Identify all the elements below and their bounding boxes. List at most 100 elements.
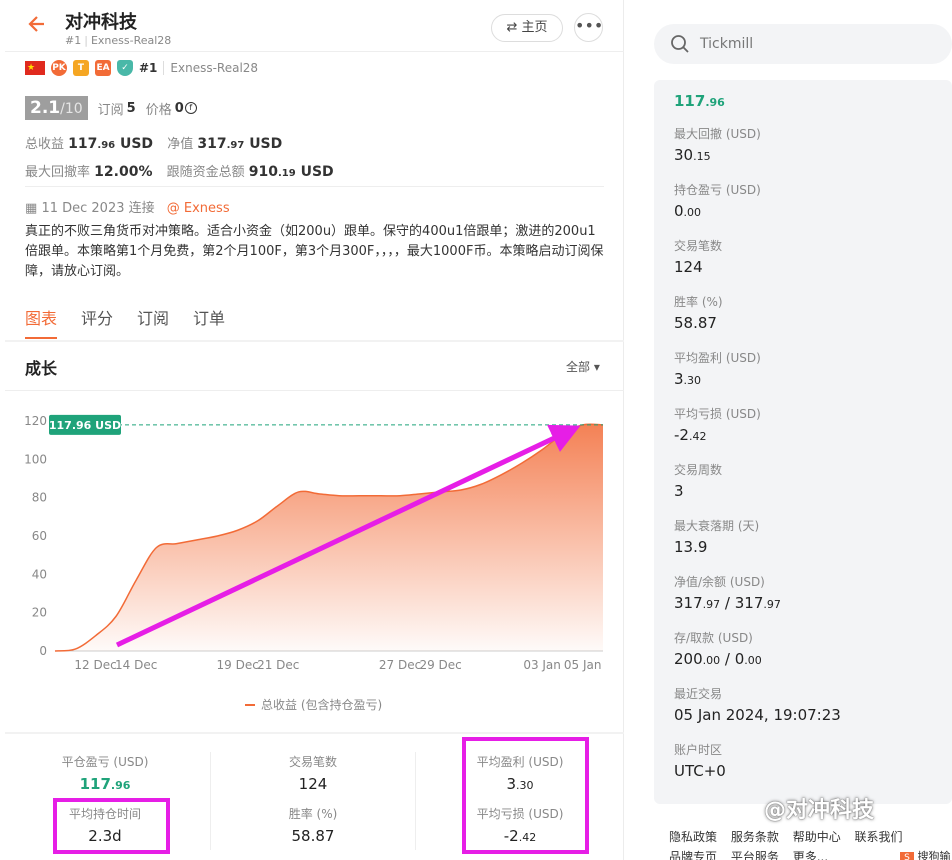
deposit-label: 存/取款 (USD): [674, 631, 753, 645]
legend-label: 总收益 (包含持仓盈亏): [261, 698, 383, 712]
stat-item: 交易笔数 124: [674, 237, 722, 276]
arrow-left-icon[interactable]: [27, 14, 47, 41]
score-denominator: /10: [60, 101, 83, 117]
china-flag-icon: ★: [25, 61, 45, 75]
tab-rating[interactable]: 评分: [81, 305, 113, 329]
stat-item: 持仓盈亏 (USD) 0.00: [674, 181, 761, 220]
divider: [415, 752, 416, 850]
stat-item-label: 持仓盈亏 (USD): [674, 183, 761, 197]
stat-item-label: 胜率 (%): [674, 295, 723, 309]
connect-date: 11 Dec 2023 连接: [41, 201, 155, 216]
equity-item: 净值/余额 (USD) 317.97 / 317.97: [674, 573, 781, 612]
ime-label: 搜狗输: [917, 850, 951, 860]
x-tick-label: 05 Jan: [564, 658, 602, 672]
x-tick-label: 14 Dec: [115, 658, 157, 672]
follow-value: 910.19 USD: [249, 164, 334, 180]
stat-item-int: -2: [674, 426, 689, 444]
total-profit-int: 117: [68, 136, 98, 152]
search-bar[interactable]: Tickmill: [654, 24, 952, 64]
footer-more-link[interactable]: 更多...: [793, 850, 828, 860]
equity-label: 净值: [167, 137, 194, 152]
tab-bar: 图表 评分 订阅 订单: [25, 305, 225, 339]
stat-item-value: 3.30: [674, 370, 761, 388]
y-tick-label: 120: [24, 414, 47, 428]
footer-service-link[interactable]: 平台服务: [731, 850, 779, 860]
stat-item-dec: .15: [693, 150, 711, 163]
follow-unit: USD: [300, 164, 334, 180]
stat-item-int: 3: [674, 482, 684, 500]
stat-item-int: 30: [674, 146, 694, 164]
score-badge: 2.1/10: [25, 96, 88, 120]
y-tick-label: 20: [32, 606, 47, 620]
footer-privacy-link[interactable]: 隐私政策: [669, 830, 717, 844]
footer-help-link[interactable]: 帮助中心: [793, 830, 841, 844]
deposit-int: 200: [674, 650, 703, 668]
balance-dec: .97: [763, 598, 781, 611]
trades-label: 交易笔数: [288, 755, 337, 769]
tab-chart[interactable]: 图表: [25, 305, 58, 339]
follow-int: 910: [248, 164, 278, 180]
equity-label: 净值/余额 (USD): [674, 575, 765, 589]
range-dropdown[interactable]: 全部 ▾: [566, 358, 600, 375]
footer-brand-link[interactable]: 品牌专页: [669, 850, 717, 860]
price-value: 0: [174, 100, 184, 116]
x-tick-label: 19 Dec: [217, 658, 259, 672]
stat-item: 平均盈利 (USD) 3.30: [674, 349, 761, 388]
coin-icon: f: [184, 102, 197, 114]
growth-chart: 0 20 40 60 80 100 120 12 Dec14 Dec 19 Dec21 Dec 2…: [24, 414, 604, 672]
search-input[interactable]: Tickmill: [700, 24, 753, 64]
gutter: [624, 0, 654, 860]
stat-item: 胜率 (%) 58.87: [674, 293, 723, 332]
highlight-box: [462, 737, 589, 854]
stat-item-value: -2.42: [674, 426, 761, 444]
rank-label: #1: [139, 61, 158, 75]
tab-orders[interactable]: 订单: [193, 305, 225, 329]
strategy-detail-panel: 对冲科技 #1 | Exness-Real28 ⇄ 主页 ••• ★ PK T EA…: [5, 0, 624, 860]
last-trade-item: 最近交易 05 Jan 2024, 19:07:23: [674, 685, 841, 724]
closed-pl-label: 平仓盈亏 (USD): [61, 755, 149, 769]
stat-item-label: 交易周数: [674, 463, 723, 477]
watermark: @对冲科技: [764, 798, 875, 823]
equity-value: 317.97 USD: [197, 136, 282, 152]
footer-links-2: 品牌专页 平台服务 更多...: [669, 848, 838, 860]
right-sidebar: Tickmill 117.96 最大回撤 (USD) 30.15 持仓盈亏 (USD…: [654, 0, 952, 860]
equity-dec: .97: [226, 140, 245, 151]
winrate-label: 胜率 (%): [288, 807, 338, 821]
last-value-label: 117.96 USD: [49, 419, 121, 432]
section-separator: [5, 390, 624, 391]
stat-item-value: 124: [674, 258, 722, 276]
x-tick-label: 21 Dec: [257, 658, 299, 672]
max-dd-value: 12.00%: [94, 164, 153, 180]
equity-value: 317.97 / 317.97: [674, 594, 781, 612]
account-stats-panel: 117.96 最大回撤 (USD) 30.15 持仓盈亏 (USD) 0.00 交易笔数…: [654, 80, 952, 804]
badge-row: ★ PK T EA ✓ #1 Exness-Real28: [25, 59, 258, 77]
t-badge: T: [73, 60, 89, 76]
tab-subscribe[interactable]: 订阅: [137, 305, 169, 329]
deposit-value: 200.00 / 0.00: [674, 650, 762, 668]
follow-label: 跟随资金总额: [166, 165, 245, 180]
ellipsis-icon[interactable]: •••: [574, 13, 603, 42]
winrate-value: 58.87: [291, 827, 335, 845]
stat-item-value: 13.9: [674, 538, 759, 556]
trades-value: 124: [298, 775, 328, 793]
stat-item-int: 0: [674, 202, 684, 220]
page-title: 对冲科技: [65, 12, 137, 33]
footer-contact-link[interactable]: 联系我们: [855, 830, 903, 844]
home-button[interactable]: ⇄ 主页: [491, 14, 563, 42]
deposit-item: 存/取款 (USD) 200.00 / 0.00: [674, 629, 762, 668]
x-tick-label: 12 Dec: [74, 658, 116, 672]
y-tick-label: 80: [32, 491, 47, 505]
stat-item-value: 3: [674, 482, 722, 500]
stat-item-int: 3: [674, 370, 684, 388]
y-tick-label: 40: [32, 567, 47, 581]
broker-link[interactable]: @ Exness: [167, 201, 230, 216]
profit-line: 总收益 117.96 USD 净值 317.97 USD: [25, 133, 282, 152]
total-profit-label: 总收益: [25, 137, 65, 152]
series-area: [55, 424, 603, 651]
score-row: 2.1/10 订阅 5 价格 0 f: [25, 96, 197, 120]
home-button-label: 主页: [521, 20, 548, 35]
last-trade-value: 05 Jan 2024, 19:07:23: [674, 706, 841, 724]
footer-terms-link[interactable]: 服务条款: [731, 830, 779, 844]
chart-legend[interactable]: 总收益 (包含持仓盈亏): [245, 696, 382, 713]
section-separator: [5, 732, 624, 734]
